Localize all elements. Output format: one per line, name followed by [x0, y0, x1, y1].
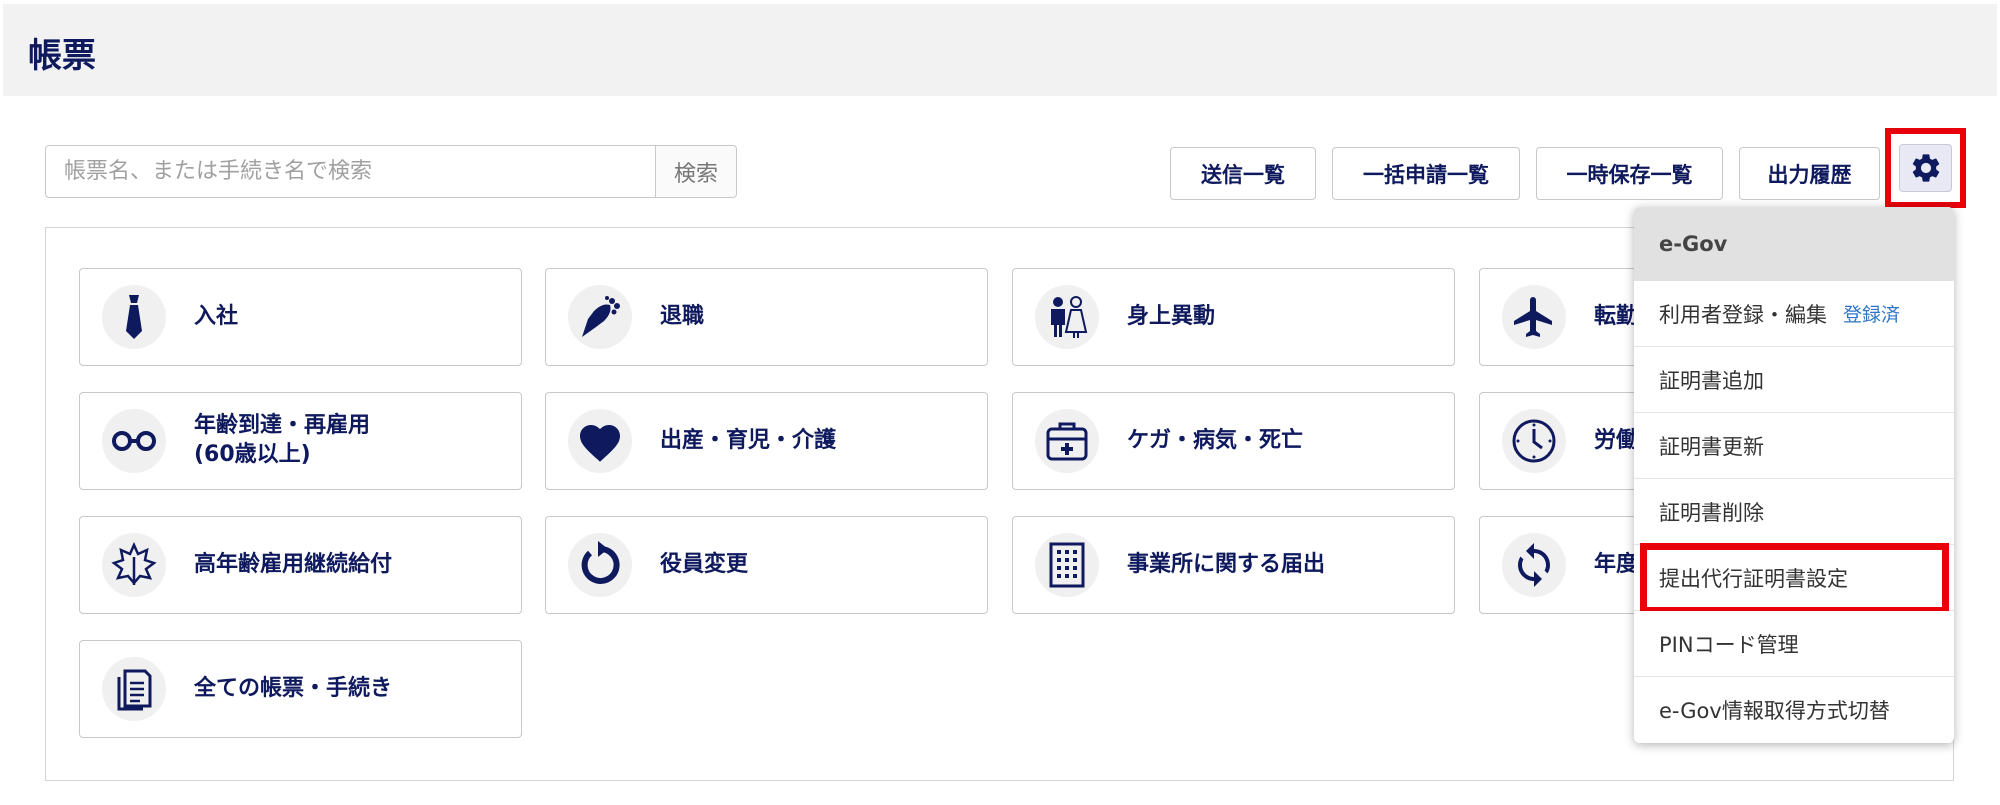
registered-badge: 登録済	[1843, 304, 1901, 326]
menu-item-user-registration[interactable]: 利用者登録・編集 登録済	[1634, 281, 1954, 347]
heart-icon	[580, 425, 620, 462]
leaf-icon	[111, 541, 157, 585]
card-nenrei-toutatsu[interactable]: 年齢到達・再雇用 (60歳以上)	[79, 392, 522, 490]
card-label: 入社	[194, 303, 239, 329]
refresh-icon	[581, 541, 620, 584]
card-kounenrei[interactable]: 高年齢雇用継続給付	[79, 516, 522, 614]
card-taishoku[interactable]: 退職	[545, 268, 988, 366]
couple-icon	[1051, 296, 1088, 338]
menu-item-update-certificate[interactable]: 証明書更新	[1634, 413, 1954, 479]
card-nyusha[interactable]: 入社	[79, 268, 522, 366]
menu-section-header: e-Gov	[1634, 207, 1954, 281]
airplane-icon	[1514, 297, 1552, 337]
output-history-button[interactable]: 出力履歴	[1739, 147, 1880, 200]
card-jigyousho[interactable]: 事業所に関する届出	[1012, 516, 1455, 614]
sync-icon	[1518, 543, 1550, 587]
necktie-icon	[126, 295, 142, 339]
page-title: 帳票	[28, 36, 96, 76]
card-yakuin-henkou[interactable]: 役員変更	[545, 516, 988, 614]
card-all-forms[interactable]: 全ての帳票・手続き	[79, 640, 522, 738]
clock-icon	[1512, 419, 1556, 463]
settings-dropdown-menu: e-Gov 利用者登録・編集 登録済 証明書追加 証明書更新 証明書削除 提出代…	[1634, 207, 1954, 743]
card-label: 事業所に関する届出	[1127, 551, 1326, 577]
settings-highlight	[1885, 128, 1966, 208]
search-button[interactable]: 検索	[655, 146, 736, 197]
send-list-button[interactable]: 送信一覧	[1170, 147, 1316, 200]
card-label: 高年齢雇用継続給付	[194, 551, 393, 577]
card-label: 年度	[1594, 551, 1639, 577]
search-box: 検索	[45, 145, 737, 198]
menu-item-add-certificate[interactable]: 証明書追加	[1634, 347, 1954, 413]
card-label: 全ての帳票・手続き	[194, 675, 393, 701]
menu-item-egov-info-method-switch[interactable]: e-Gov情報取得方式切替	[1634, 677, 1954, 743]
first-aid-kit-icon	[1046, 422, 1088, 461]
search-input[interactable]	[46, 146, 655, 197]
bouquet-icon	[582, 296, 620, 337]
menu-item-pin-management[interactable]: PINコード管理	[1634, 611, 1954, 677]
card-label: ケガ・病気・死亡	[1127, 427, 1304, 453]
card-label: 出産・育児・介護	[660, 427, 837, 453]
card-shussan[interactable]: 出産・育児・介護	[545, 392, 988, 490]
card-label: 役員変更	[660, 551, 749, 577]
card-shinjo-ido[interactable]: 身上異動	[1012, 268, 1455, 366]
card-label: 退職	[660, 303, 705, 329]
glasses-icon	[112, 431, 156, 451]
menu-item-label: 利用者登録・編集	[1659, 302, 1827, 327]
card-label: 身上異動	[1127, 303, 1216, 329]
menu-item-delete-certificate[interactable]: 証明書削除	[1634, 479, 1954, 545]
card-label: 労働	[1594, 427, 1639, 453]
card-kega[interactable]: ケガ・病気・死亡	[1012, 392, 1455, 490]
card-label: 転勤	[1594, 303, 1639, 329]
temp-list-button[interactable]: 一時保存一覧	[1536, 147, 1723, 200]
settings-button[interactable]	[1899, 144, 1952, 192]
page-header: 帳票	[3, 4, 1997, 96]
card-label: 年齢到達・再雇用 (60歳以上)	[194, 413, 371, 467]
documents-icon	[117, 669, 152, 711]
building-icon	[1049, 542, 1085, 588]
bulk-list-button[interactable]: 一括申請一覧	[1332, 147, 1520, 200]
menu-item-proxy-certificate-settings[interactable]: 提出代行証明書設定	[1634, 543, 1954, 614]
gear-icon	[1912, 154, 1939, 182]
